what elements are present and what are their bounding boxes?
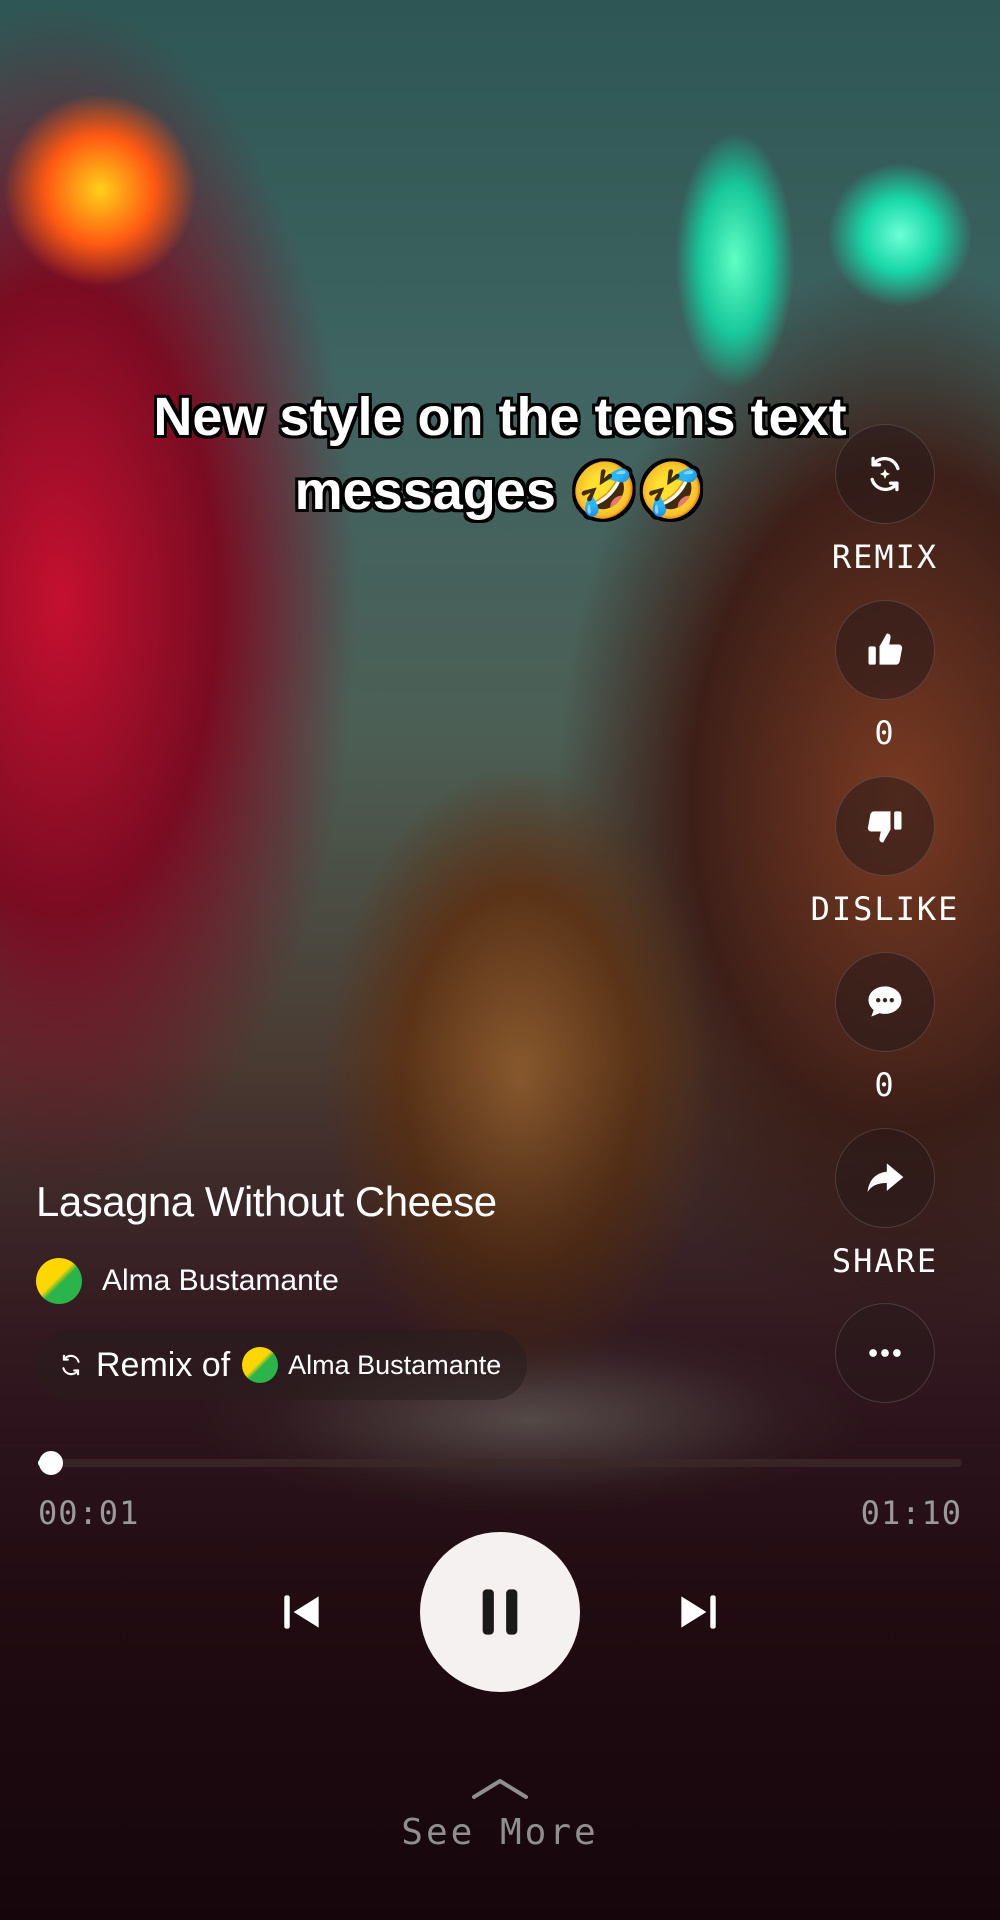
like-button[interactable] bbox=[835, 600, 935, 700]
comment-button[interactable] bbox=[835, 952, 935, 1052]
elapsed-time: 00:01 bbox=[38, 1494, 140, 1532]
skip-next-icon bbox=[681, 1595, 716, 1629]
share-icon bbox=[867, 1163, 904, 1193]
remix-button[interactable] bbox=[835, 424, 935, 524]
like-count: 0 bbox=[874, 714, 896, 752]
remix-author-avatar bbox=[242, 1347, 279, 1383]
like-action[interactable]: 0 bbox=[805, 600, 965, 752]
progress-bar[interactable] bbox=[38, 1451, 962, 1475]
pause-button[interactable] bbox=[420, 1532, 580, 1692]
thumbs-down-icon bbox=[867, 811, 902, 843]
author-avatar bbox=[36, 1258, 82, 1304]
see-more-button[interactable]: See More bbox=[0, 1812, 1000, 1853]
skip-previous-icon bbox=[284, 1595, 319, 1629]
comment-count: 0 bbox=[874, 1066, 896, 1104]
share-label: SHARE bbox=[831, 1242, 939, 1280]
next-button[interactable] bbox=[668, 1582, 728, 1642]
comment-action[interactable]: 0 bbox=[805, 952, 965, 1104]
remix-icon bbox=[870, 456, 900, 492]
author-name: Alma Bustamante bbox=[102, 1264, 339, 1297]
remix-of-pill[interactable]: Remix of Alma Bustamante bbox=[36, 1330, 528, 1400]
thumbs-up-icon bbox=[868, 633, 903, 665]
pause-icon bbox=[482, 1589, 518, 1635]
player-screen: New style on the teens text messages 🤣🤣 … bbox=[0, 0, 1000, 1920]
total-duration: 01:10 bbox=[860, 1494, 962, 1532]
previous-button[interactable] bbox=[272, 1582, 332, 1642]
author-link[interactable]: Alma Bustamante bbox=[36, 1258, 339, 1304]
remix-author-name: Alma Bustamante bbox=[288, 1349, 502, 1380]
more-action[interactable] bbox=[805, 1303, 965, 1403]
dislike-button[interactable] bbox=[835, 776, 935, 876]
share-button[interactable] bbox=[835, 1128, 935, 1228]
remix-of-label: Remix of bbox=[96, 1345, 231, 1384]
progress-thumb[interactable] bbox=[38, 1451, 63, 1475]
remix-label: REMIX bbox=[831, 538, 939, 576]
more-button[interactable] bbox=[835, 1303, 935, 1403]
chevron-up-icon[interactable] bbox=[470, 1775, 530, 1801]
dislike-label: DISLIKE bbox=[810, 890, 960, 928]
dislike-action[interactable]: DISLIKE bbox=[805, 776, 965, 928]
share-action[interactable]: SHARE bbox=[805, 1128, 965, 1280]
remix-icon bbox=[62, 1354, 80, 1376]
song-title[interactable]: Lasagna Without Cheese bbox=[36, 1178, 497, 1226]
more-icon bbox=[869, 1349, 901, 1357]
comment-icon bbox=[868, 986, 902, 1017]
remix-action[interactable]: REMIX bbox=[805, 424, 965, 576]
